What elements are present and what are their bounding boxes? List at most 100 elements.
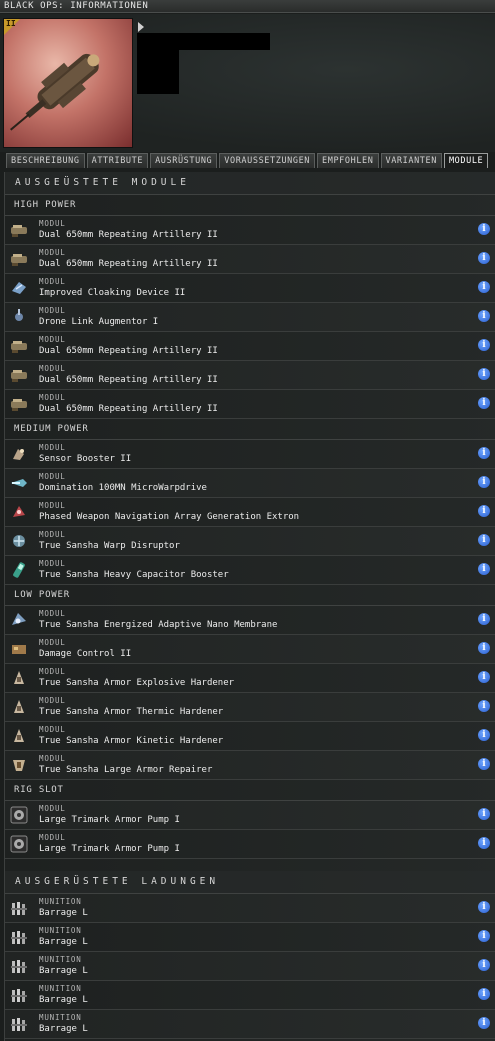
item-name: Large Trimark Armor Pump I — [39, 815, 180, 825]
info-icon[interactable]: i — [478, 1017, 490, 1029]
item-category: MUNITION — [39, 926, 82, 935]
item-name: Large Trimark Armor Pump I — [39, 844, 180, 854]
tab-voraussetzungen[interactable]: VORAUSSETZUNGEN — [219, 153, 316, 168]
item-name: Dual 650mm Repeating Artillery II — [39, 404, 218, 414]
ship-image: II — [3, 18, 133, 148]
list-item[interactable]: MODUL Dual 650mm Repeating Artillery II i — [5, 361, 495, 390]
info-icon[interactable]: i — [478, 281, 490, 293]
list-item[interactable]: MODUL True Sansha Warp Disruptor i — [5, 527, 495, 556]
list-item[interactable]: MODUL Domination 100MN MicroWarpdrive i — [5, 469, 495, 498]
info-icon[interactable]: i — [478, 930, 490, 942]
info-icon[interactable]: i — [478, 901, 490, 913]
tab-empfohlen[interactable]: EMPFOHLEN — [317, 153, 379, 168]
item-name: Damage Control II — [39, 649, 132, 659]
info-icon[interactable]: i — [478, 700, 490, 712]
expand-arrow-icon[interactable] — [138, 22, 144, 32]
item-name: Phased Weapon Navigation Array Generatio… — [39, 512, 300, 522]
info-icon[interactable]: i — [478, 613, 490, 625]
info-icon[interactable]: i — [478, 223, 490, 235]
info-icon[interactable]: i — [478, 671, 490, 683]
list-item[interactable]: MODUL Drone Link Augmentor I i — [5, 303, 495, 332]
group-header: HIGH POWER — [5, 195, 495, 216]
info-icon[interactable]: i — [478, 505, 490, 517]
tech-level-label: II — [6, 19, 16, 28]
item-category: MUNITION — [39, 955, 82, 964]
list-item[interactable]: MODUL True Sansha Heavy Capacitor Booster… — [5, 556, 495, 585]
list-item[interactable]: MODUL True Sansha Armor Kinetic Hardener i — [5, 722, 495, 751]
cloak-icon — [12, 282, 26, 294]
list-item[interactable]: MODUL Large Trimark Armor Pump I i — [5, 830, 495, 859]
list-item[interactable]: MODUL True Sansha Armor Explosive Hardene… — [5, 664, 495, 693]
item-name: True Sansha Large Armor Repairer — [39, 765, 213, 775]
list-item[interactable]: MUNITION Barrage L i — [5, 981, 495, 1010]
item-name: Barrage L — [39, 908, 88, 918]
tab-varianten[interactable]: VARIANTEN — [380, 153, 442, 168]
microwarpdrive-icon — [11, 479, 27, 487]
item-category: MODUL — [39, 335, 66, 344]
item-category: MODUL — [39, 364, 66, 373]
item-category: MUNITION — [39, 897, 82, 906]
info-icon[interactable]: i — [478, 447, 490, 459]
list-item[interactable]: MODUL Dual 650mm Repeating Artillery II i — [5, 390, 495, 419]
tab-ausrüstung[interactable]: AUSRÜSTUNG — [150, 153, 218, 168]
info-icon[interactable]: i — [478, 476, 490, 488]
list-item[interactable]: MUNITION Barrage L i — [5, 952, 495, 981]
item-category: MODUL — [39, 609, 66, 618]
info-icon[interactable]: i — [478, 988, 490, 1000]
item-category: MUNITION — [39, 1013, 82, 1022]
redacted-portrait — [137, 50, 179, 94]
item-category: MODUL — [39, 559, 66, 568]
item-category: MODUL — [39, 804, 66, 813]
ammo-icon — [11, 931, 27, 944]
item-category: MUNITION — [39, 984, 82, 993]
info-icon[interactable]: i — [478, 808, 490, 820]
item-category: MODUL — [39, 248, 66, 257]
list-item[interactable]: MODUL Dual 650mm Repeating Artillery II i — [5, 216, 495, 245]
list-item[interactable]: MODUL True Sansha Armor Thermic Hardener i — [5, 693, 495, 722]
info-icon[interactable]: i — [478, 368, 490, 380]
item-category: MODUL — [39, 833, 66, 842]
item-name: True Sansha Warp Disruptor — [39, 541, 180, 551]
info-icon[interactable]: i — [478, 959, 490, 971]
list-item[interactable]: MODUL Dual 650mm Repeating Artillery II i — [5, 245, 495, 274]
list-item[interactable]: MODUL True Sansha Large Armor Repairer i — [5, 751, 495, 780]
info-icon[interactable]: i — [478, 397, 490, 409]
tab-beschreibung[interactable]: BESCHREIBUNG — [6, 153, 85, 168]
list-item[interactable]: MODUL True Sansha Energized Adaptive Nano… — [5, 606, 495, 635]
info-icon[interactable]: i — [478, 729, 490, 741]
list-item[interactable]: MODUL Damage Control II i — [5, 635, 495, 664]
window-title: BLACK OPS: INFORMATIONEN — [0, 0, 495, 13]
list-item[interactable]: MUNITION Barrage L i — [5, 923, 495, 952]
section-title-charges: AUSGERÜSTETE LADUNGEN — [5, 871, 495, 894]
item-name: Dual 650mm Repeating Artillery II — [39, 259, 218, 269]
info-icon[interactable]: i — [478, 642, 490, 654]
group-header: RIG SLOT — [5, 780, 495, 801]
info-icon[interactable]: i — [478, 563, 490, 575]
tab-attribute[interactable]: ATTRIBUTE — [86, 153, 149, 168]
item-name: Dual 650mm Repeating Artillery II — [39, 375, 218, 385]
list-item[interactable]: MODUL Sensor Booster II i — [5, 440, 495, 469]
item-name: Barrage L — [39, 1024, 88, 1034]
list-item[interactable]: MODUL Dual 650mm Repeating Artillery II i — [5, 332, 495, 361]
cap-booster-icon — [13, 562, 25, 578]
item-category: MODUL — [39, 725, 66, 734]
info-icon[interactable]: i — [478, 252, 490, 264]
info-icon[interactable]: i — [478, 837, 490, 849]
info-icon[interactable]: i — [478, 758, 490, 770]
tab-module[interactable]: MODULE — [443, 153, 489, 168]
list-item[interactable]: MUNITION Barrage L i — [5, 1010, 495, 1039]
info-icon[interactable]: i — [478, 339, 490, 351]
list-item[interactable]: MODUL Improved Cloaking Device II i — [5, 274, 495, 303]
item-name: Barrage L — [39, 937, 88, 947]
artillery-icon — [11, 341, 27, 353]
item-category: MODUL — [39, 696, 66, 705]
list-item[interactable]: MODUL Phased Weapon Navigation Array Gene… — [5, 498, 495, 527]
info-icon[interactable]: i — [478, 534, 490, 546]
ship-render — [10, 53, 100, 131]
info-icon[interactable]: i — [478, 310, 490, 322]
list-item[interactable]: MODUL Large Trimark Armor Pump I i — [5, 801, 495, 830]
item-category: MODUL — [39, 472, 66, 481]
item-name: Dual 650mm Repeating Artillery II — [39, 230, 218, 240]
artillery-icon — [11, 254, 27, 266]
list-item[interactable]: MUNITION Barrage L i — [5, 894, 495, 923]
